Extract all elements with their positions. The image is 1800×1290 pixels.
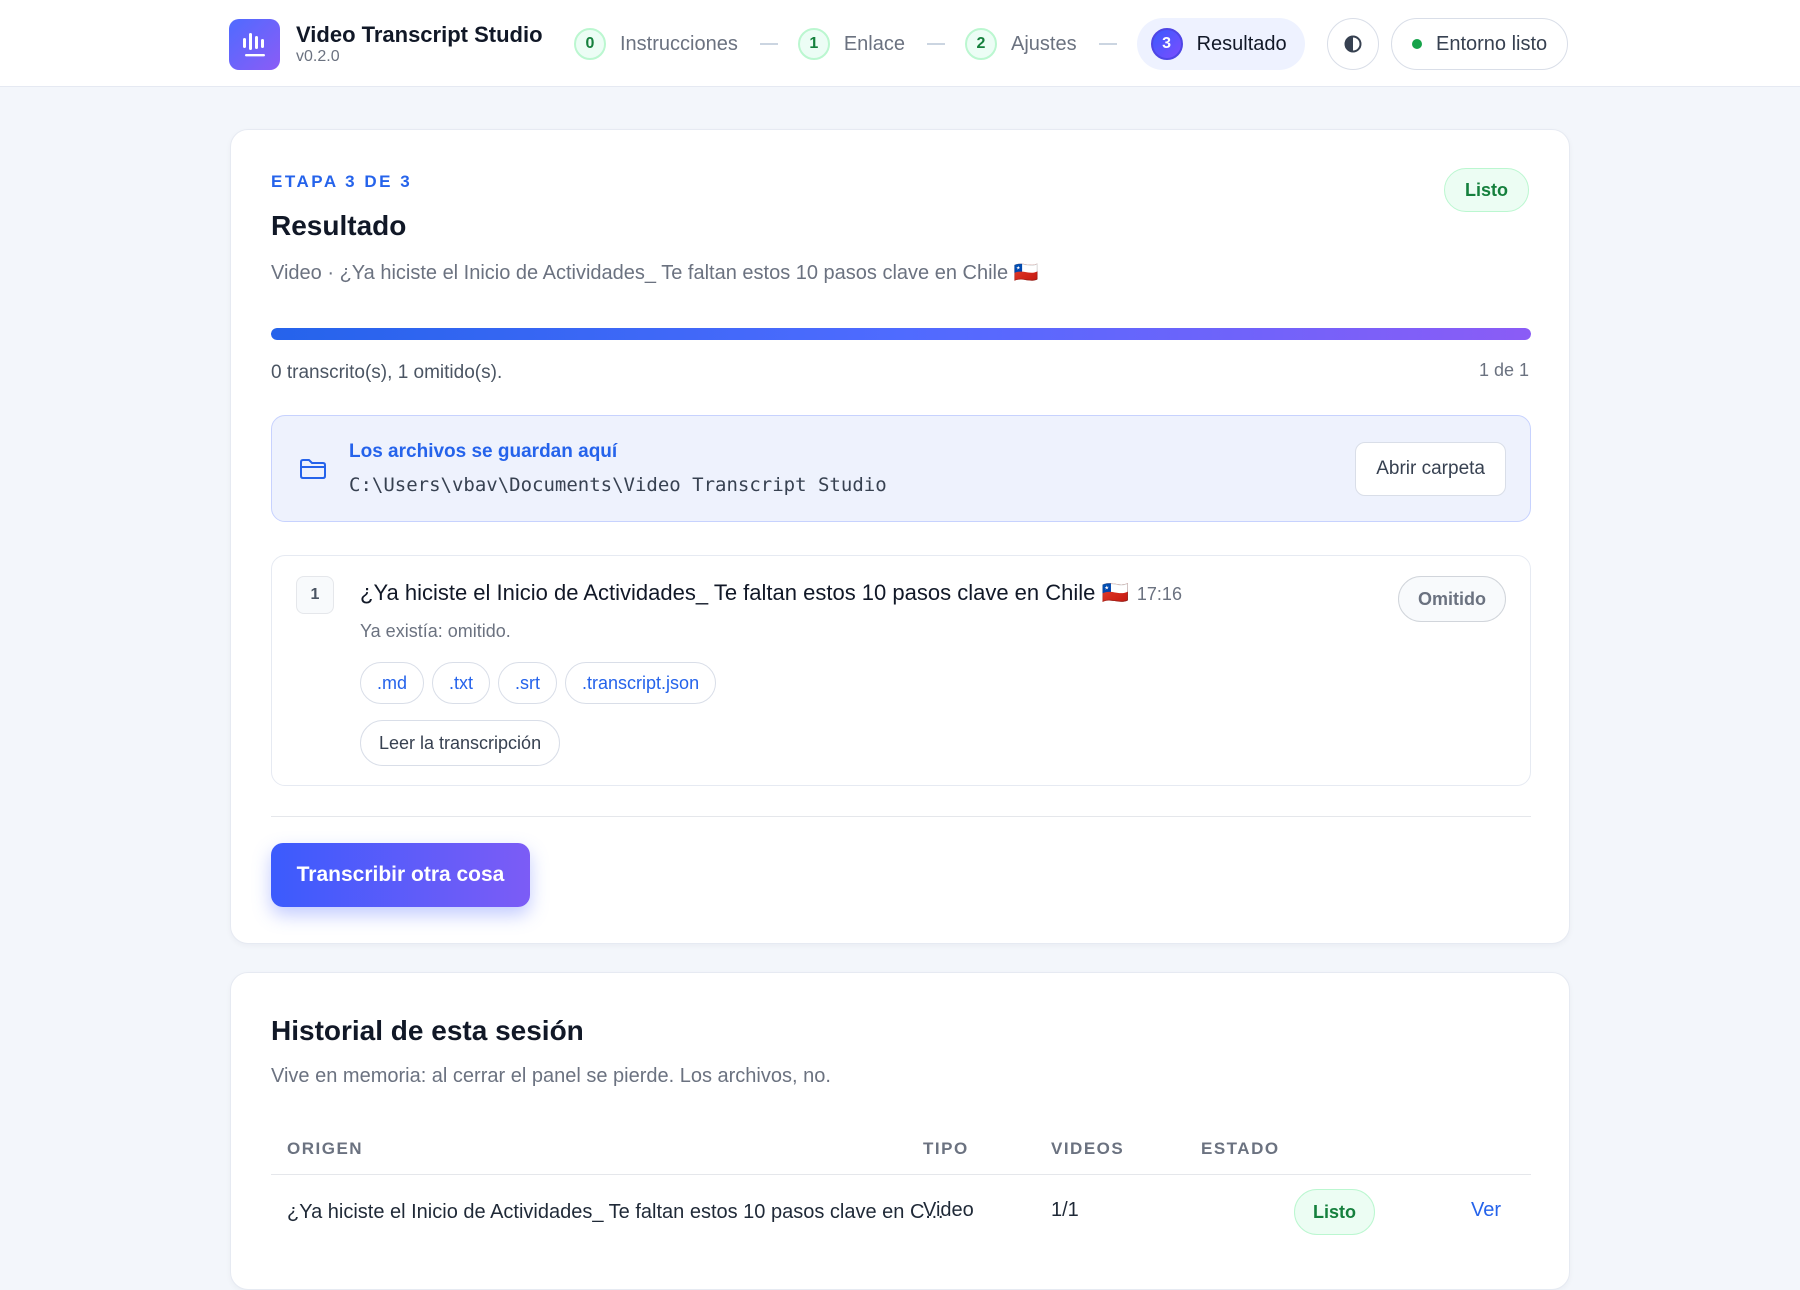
history-card: Historial de esta sesión Vive en memoria… (230, 972, 1570, 1290)
history-subtitle: Vive en memoria: al cerrar el panel se p… (271, 1065, 831, 1087)
column-header-status: ESTADO (1201, 1139, 1280, 1158)
item-title-line: ¿Ya hiciste el Inicio de Actividades_ Te… (360, 580, 1182, 606)
step-separator (759, 43, 778, 45)
output-folder-panel: Los archivos se guardan aquí C:\Users\vb… (271, 415, 1531, 522)
status-dot (1412, 39, 1422, 49)
step-separator (927, 43, 945, 45)
transcribe-another-button[interactable]: Transcribir otra cosa (271, 843, 530, 907)
step-number: 1 (797, 28, 830, 60)
format-link-json[interactable]: .transcript.json (565, 662, 717, 704)
folder-icon (300, 459, 326, 479)
transcript-item: 1 ¿Ya hiciste el Inicio de Actividades_ … (271, 555, 1531, 786)
divider (271, 816, 1531, 817)
step-resultado[interactable]: 3 Resultado (1136, 18, 1305, 70)
step-label: Enlace (843, 32, 905, 55)
stepper: 0 Instrucciones 1 Enlace 2 Ajustes 3 Res… (574, 18, 1305, 70)
step-number: 0 (574, 28, 606, 60)
step-ajustes[interactable]: 2 Ajustes (965, 18, 1095, 70)
item-title: ¿Ya hiciste el Inicio de Actividades_ Te… (360, 580, 1129, 605)
row-status-badge: Listo (1294, 1189, 1375, 1235)
step-number: 3 (1150, 28, 1183, 60)
audio-waveform-icon (229, 18, 280, 70)
open-folder-button[interactable]: Abrir carpeta (1355, 442, 1506, 496)
result-card: ETAPA 3 DE 3 Resultado Video · ¿Ya hicis… (230, 129, 1570, 944)
theme-toggle-button[interactable] (1327, 18, 1379, 70)
step-separator (1098, 43, 1117, 45)
stage-eyebrow: ETAPA 3 DE 3 (271, 172, 413, 191)
history-title: Historial de esta sesión (271, 1015, 584, 1046)
step-label: Ajustes (1011, 32, 1077, 55)
progress-summary: 0 transcrito(s), 1 omitido(s). (271, 362, 503, 383)
step-enlace[interactable]: 1 Enlace (797, 18, 923, 70)
folder-path: C:\Users\vbav\Documents\Video Transcript… (349, 474, 887, 496)
table-row: ¿Ya hiciste el Inicio de Actividades_ Te… (271, 1175, 1531, 1247)
progress-fill (271, 328, 1531, 340)
item-note: Ya existía: omitido. (360, 621, 511, 641)
format-link-srt[interactable]: .srt (498, 662, 558, 704)
environment-status[interactable]: Entorno listo (1391, 18, 1569, 70)
step-label: Instrucciones (620, 32, 738, 55)
page-title: Resultado (271, 210, 407, 241)
read-transcript-button[interactable]: Leer la transcripción (360, 720, 561, 766)
brand: Video Transcript Studio v0.2.0 (229, 18, 543, 70)
column-header-videos: VIDEOS (1051, 1139, 1125, 1158)
progress-bar (271, 328, 1531, 340)
step-label: Resultado (1196, 32, 1287, 55)
row-videos: 1/1 (1051, 1199, 1079, 1221)
history-table-header: ORIGEN TIPO VIDEOS ESTADO (271, 1125, 1531, 1175)
step-instrucciones[interactable]: 0 Instrucciones (574, 18, 756, 70)
app-title: Video Transcript Studio (296, 22, 543, 47)
folder-title: Los archivos se guardan aquí (349, 441, 618, 462)
status-badge: Listo (1444, 168, 1529, 212)
format-link-txt[interactable]: .txt (432, 662, 491, 704)
format-chips: .md .txt .srt .transcript.json (360, 662, 724, 704)
item-index: 1 (296, 576, 334, 614)
row-origin: ¿Ya hiciste el Inicio de Actividades_ Te… (287, 1201, 947, 1223)
row-type: Video (923, 1199, 974, 1221)
column-header-type: TIPO (923, 1139, 969, 1158)
item-status-badge: Omitido (1398, 576, 1506, 622)
app-version: v0.2.0 (296, 48, 340, 65)
view-link[interactable]: Ver (1471, 1199, 1501, 1222)
format-link-md[interactable]: .md (360, 662, 425, 704)
top-bar: Video Transcript Studio v0.2.0 0 Instruc… (0, 0, 1800, 87)
result-subtitle: Video · ¿Ya hiciste el Inicio de Activid… (271, 262, 1039, 284)
contrast-icon (1344, 35, 1362, 53)
column-header-origin: ORIGEN (287, 1139, 364, 1158)
environment-status-label: Entorno listo (1436, 32, 1548, 55)
progress-count: 1 de 1 (1478, 360, 1529, 380)
item-duration: 17:16 (1136, 584, 1182, 604)
step-number: 2 (965, 28, 997, 60)
